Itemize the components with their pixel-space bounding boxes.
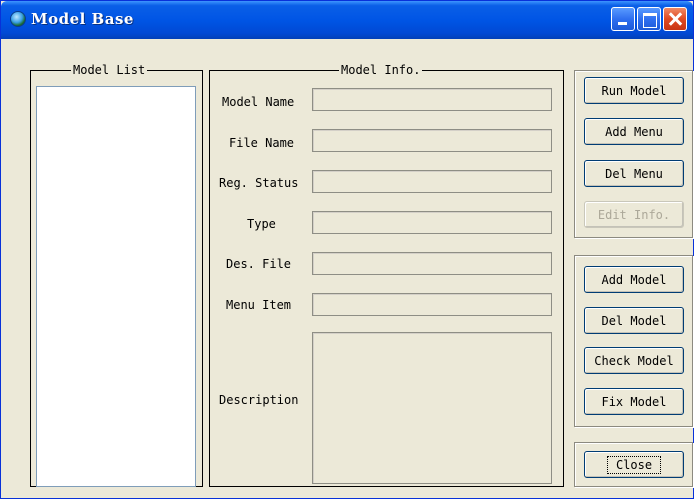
del-menu-label: Del Menu bbox=[605, 166, 663, 181]
des-file-label: Des. File bbox=[226, 257, 292, 271]
reg-status-field[interactable] bbox=[312, 170, 552, 193]
model-name-field[interactable] bbox=[312, 88, 552, 111]
del-model-label: Del Model bbox=[601, 313, 667, 328]
globe-icon bbox=[10, 11, 26, 27]
description-label: Description bbox=[219, 393, 299, 407]
type-label: Type bbox=[247, 217, 276, 231]
add-menu-label: Add Menu bbox=[605, 124, 663, 139]
model-list-box[interactable] bbox=[36, 86, 196, 487]
description-field[interactable] bbox=[312, 332, 552, 484]
add-model-button[interactable]: Add Model bbox=[584, 266, 684, 293]
fix-model-label: Fix Model bbox=[601, 394, 667, 409]
add-model-label: Add Model bbox=[601, 272, 667, 287]
model-base-window: Model Base Model List Model Info. Model … bbox=[0, 0, 694, 499]
des-file-field[interactable] bbox=[312, 252, 552, 275]
check-model-button[interactable]: Check Model bbox=[584, 347, 684, 374]
run-model-button[interactable]: Run Model bbox=[584, 77, 684, 104]
minimize-button[interactable] bbox=[611, 7, 635, 31]
type-field[interactable] bbox=[312, 211, 552, 234]
edit-info-button[interactable]: Edit Info. bbox=[584, 201, 684, 228]
close-button[interactable]: Close bbox=[584, 451, 684, 478]
reg-status-label: Reg. Status bbox=[219, 176, 299, 190]
maximize-button[interactable] bbox=[637, 7, 661, 31]
del-model-button[interactable]: Del Model bbox=[584, 307, 684, 334]
check-model-label: Check Model bbox=[594, 353, 674, 368]
file-name-label: File Name bbox=[229, 136, 295, 150]
menu-item-field[interactable] bbox=[312, 293, 552, 316]
close-window-button[interactable] bbox=[663, 7, 687, 31]
run-model-label: Run Model bbox=[601, 83, 667, 98]
add-menu-button[interactable]: Add Menu bbox=[584, 118, 684, 145]
file-name-field[interactable] bbox=[312, 129, 552, 152]
del-menu-button[interactable]: Del Menu bbox=[584, 160, 684, 187]
menu-item-label: Menu Item bbox=[226, 298, 292, 312]
fix-model-button[interactable]: Fix Model bbox=[584, 388, 684, 415]
model-list-title: Model List bbox=[71, 63, 148, 77]
model-name-label: Model Name bbox=[222, 95, 295, 109]
close-label: Close bbox=[606, 455, 662, 474]
title-bar[interactable]: Model Base bbox=[1, 1, 693, 39]
model-info-title: Model Info. bbox=[339, 63, 423, 77]
window-title: Model Base bbox=[31, 10, 134, 28]
edit-info-label: Edit Info. bbox=[597, 207, 671, 222]
